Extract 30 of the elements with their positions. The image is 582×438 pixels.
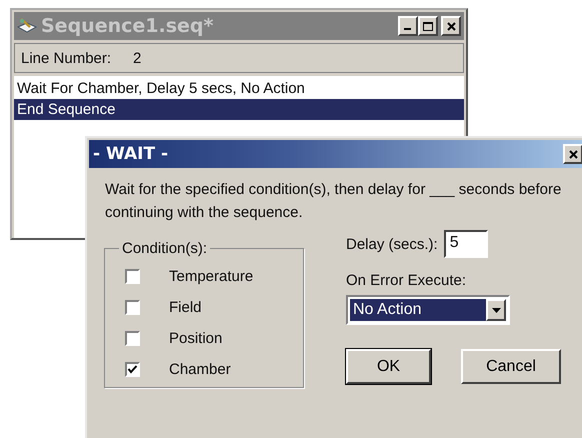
- checkbox-label: Chamber: [169, 361, 231, 378]
- checkbox-label: Temperature: [169, 268, 254, 285]
- checkbox[interactable]: [125, 362, 140, 377]
- line-number: 2: [133, 50, 142, 66]
- maximize-icon: [423, 22, 433, 30]
- on-error-dropdown[interactable]: No Action: [346, 295, 510, 325]
- group-label: Condition(s):: [121, 240, 208, 257]
- delay-label: Delay (secs.):: [346, 236, 438, 252]
- minimize-button[interactable]: [398, 16, 418, 36]
- sequence-line[interactable]: Wait For Chamber, Delay 5 secs, No Action: [14, 78, 464, 99]
- checkbox[interactable]: [125, 300, 140, 315]
- checkbox-label: Field: [169, 299, 202, 316]
- delay-input[interactable]: 5: [444, 230, 488, 258]
- close-icon: [446, 22, 456, 30]
- dropdown-arrow-icon: [492, 308, 500, 312]
- app-icon: [17, 17, 37, 35]
- close-icon: [568, 150, 578, 158]
- checkbox-label: Position: [169, 330, 222, 347]
- ok-button[interactable]: OK: [346, 349, 431, 384]
- dialog-title: - WAIT -: [93, 144, 168, 164]
- description-text: Wait for the specified condition(s), then delay for ___ seconds before continuing with the sequence.: [105, 180, 562, 223]
- checkbox[interactable]: [125, 269, 140, 284]
- line-number-label: Line Number:: [21, 50, 112, 66]
- close-button[interactable]: [441, 16, 461, 36]
- maximize-button[interactable]: [418, 16, 438, 36]
- cancel-button[interactable]: Cancel: [461, 349, 561, 384]
- checkbox[interactable]: [125, 331, 140, 346]
- close-button[interactable]: [563, 144, 582, 164]
- on-error-label: On Error Execute:: [346, 272, 468, 289]
- window-title: Sequence1.seq*: [41, 15, 214, 37]
